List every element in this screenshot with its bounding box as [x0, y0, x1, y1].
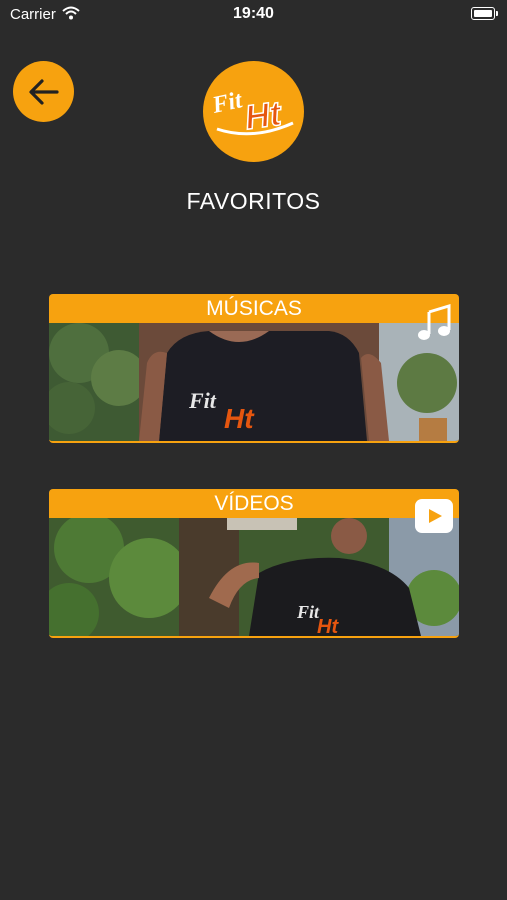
status-bar: Carrier 19:40	[0, 0, 507, 28]
battery-icon	[471, 7, 498, 20]
musicas-shirt-ht: Ht	[224, 403, 255, 434]
page-title: FAVORITOS	[186, 188, 321, 214]
fitht-logo: Fit Ht	[203, 61, 304, 162]
logo-text-fit: Fit	[209, 87, 245, 119]
music-note-icon	[418, 304, 451, 340]
play-video-icon	[415, 499, 453, 533]
musicas-photo: Fit Ht	[49, 323, 459, 441]
musicas-shirt-fit: Fit	[188, 388, 217, 413]
videos-photo: Fit Ht	[49, 518, 459, 636]
videos-shirt-ht: Ht	[317, 616, 339, 636]
arrow-left-icon	[28, 78, 59, 105]
card-videos[interactable]: VÍDEOS Fit Ht	[49, 489, 459, 638]
card-videos-label: VÍDEOS	[49, 489, 459, 518]
card-musicas-label: MÚSICAS	[49, 294, 459, 323]
card-musicas[interactable]: MÚSICAS Fit Ht	[49, 294, 459, 443]
logo-text-ht: Ht	[243, 94, 285, 137]
back-button[interactable]	[13, 61, 74, 122]
status-time: 19:40	[233, 5, 274, 22]
